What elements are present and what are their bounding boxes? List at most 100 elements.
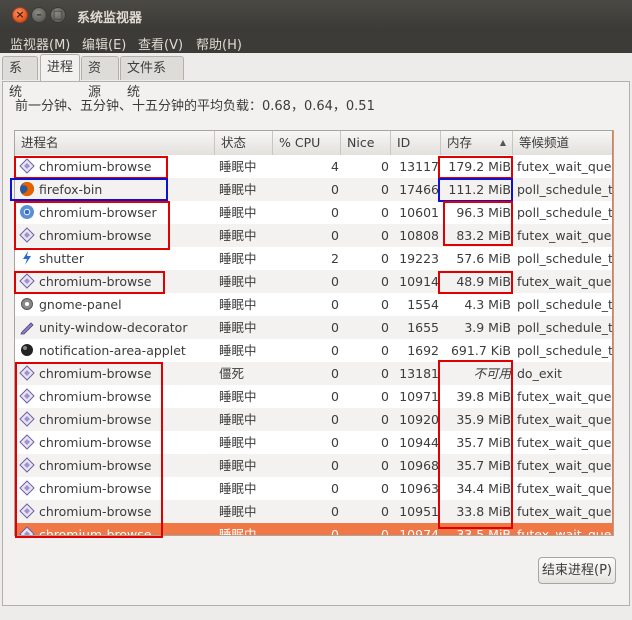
scrollbar[interactable] xyxy=(612,131,613,535)
column-header-name[interactable]: 进程名 xyxy=(15,131,215,155)
process-nice: 0 xyxy=(381,389,389,404)
process-cpu: 0 xyxy=(331,366,339,381)
process-name-cell: chromium-browse xyxy=(19,454,215,477)
process-cpu: 0 xyxy=(331,435,339,450)
column-header-id[interactable]: ID xyxy=(391,131,441,155)
process-cpu: 2 xyxy=(331,251,339,266)
window-close-button[interactable]: × xyxy=(12,7,28,23)
table-row[interactable]: chromium-browser 睡眠中 0 0 10601 96.3 MiB poll_s… xyxy=(15,201,613,224)
process-cpu: 0 xyxy=(331,182,339,197)
table-row[interactable]: chromium-browse 睡眠中 0 0 10920 35.9 MiB futex_w… xyxy=(15,408,613,431)
process-waiting-channel: futex_wait_queue_me xyxy=(517,389,613,404)
process-state: 睡眠中 xyxy=(219,159,257,174)
process-nice: 0 xyxy=(381,458,389,473)
process-memory: 33.5 MiB xyxy=(456,527,511,536)
process-name: chromium-browse xyxy=(39,274,152,289)
process-memory: 96.3 MiB xyxy=(456,205,511,220)
table-row[interactable]: chromium-browse 睡眠中 0 0 10974 33.5 MiB futex_w… xyxy=(15,523,613,536)
table-row[interactable]: chromium-browse 睡眠中 4 0 13117 179.2 MiB futex_… xyxy=(15,155,613,178)
process-nice: 0 xyxy=(381,504,389,519)
process-waiting-channel: futex_wait_queue_me xyxy=(517,435,613,450)
process-nice: 0 xyxy=(381,228,389,243)
table-row[interactable]: shutter 睡眠中 2 0 19223 57.6 MiB poll_schedule_t… xyxy=(15,247,613,270)
menu-edit[interactable]: 编辑(E) xyxy=(82,34,126,53)
process-memory: 34.4 MiB xyxy=(456,481,511,496)
process-nice: 0 xyxy=(381,205,389,220)
table-row[interactable]: chromium-browse 睡眠中 0 0 10914 48.9 MiB futex_w… xyxy=(15,270,613,293)
process-cpu: 0 xyxy=(331,389,339,404)
process-name-cell: unity-window-decorator xyxy=(19,316,215,339)
menu-monitor[interactable]: 监视器(M) xyxy=(10,34,70,53)
process-id: 19223 xyxy=(399,251,439,266)
table-row[interactable]: firefox-bin 睡眠中 0 0 17466 111.2 MiB poll_sched… xyxy=(15,178,613,201)
menu-help[interactable]: 帮助(H) xyxy=(196,34,242,53)
tab-filesystems[interactable]: 文件系统 xyxy=(120,56,184,100)
process-memory: 4.3 MiB xyxy=(464,297,511,312)
process-id: 10914 xyxy=(399,274,439,289)
chromium-logo-icon xyxy=(19,204,35,220)
tab-processes[interactable]: 进程 xyxy=(40,54,80,81)
process-memory: 35.9 MiB xyxy=(456,412,511,427)
process-state: 睡眠中 xyxy=(219,274,257,289)
process-id: 13181 xyxy=(399,366,439,381)
table-row[interactable]: chromium-browse 僵死 0 0 13181 不可用 do_exit xyxy=(15,362,613,385)
process-state: 睡眠中 xyxy=(219,320,257,335)
process-name: chromium-browse xyxy=(39,481,152,496)
table-row[interactable]: unity-window-decorator 睡眠中 0 0 1655 3.9 MiB po… xyxy=(15,316,613,339)
process-cpu: 0 xyxy=(331,504,339,519)
process-id: 10971 xyxy=(399,389,439,404)
table-row[interactable]: chromium-browse 睡眠中 0 0 10808 83.2 MiB futex_w… xyxy=(15,224,613,247)
column-header-state[interactable]: 状态 xyxy=(215,131,273,155)
process-nice: 0 xyxy=(381,366,389,381)
process-name: gnome-panel xyxy=(39,297,122,312)
process-id: 1655 xyxy=(407,320,439,335)
close-icon: × xyxy=(15,8,25,21)
process-id: 1692 xyxy=(407,343,439,358)
process-name-cell: chromium-browse xyxy=(19,523,215,535)
column-header-nice[interactable]: Nice xyxy=(341,131,391,155)
process-table[interactable]: 进程名 状态 % CPU Nice ID 内存 ▲ 等候频道 chromium-b… xyxy=(14,130,614,536)
table-row[interactable]: chromium-browse 睡眠中 0 0 10968 35.7 MiB futex_w… xyxy=(15,454,613,477)
column-header-memory[interactable]: 内存 ▲ xyxy=(441,131,513,155)
process-waiting-channel: poll_schedule_timeout xyxy=(517,251,613,266)
table-row[interactable]: chromium-browse 睡眠中 0 0 10971 39.8 MiB futex_w… xyxy=(15,385,613,408)
process-cpu: 0 xyxy=(331,297,339,312)
menu-view[interactable]: 查看(V) xyxy=(138,34,183,53)
process-rows: chromium-browse 睡眠中 4 0 13117 179.2 MiB futex_… xyxy=(15,155,613,536)
window-minimize-button[interactable]: – xyxy=(31,7,47,23)
table-row[interactable]: chromium-browse 睡眠中 0 0 10963 34.4 MiB futex_w… xyxy=(15,477,613,500)
column-header-cpu[interactable]: % CPU xyxy=(273,131,341,155)
process-name: notification-area-applet xyxy=(39,343,186,358)
process-waiting-channel: futex_wait_queue_me xyxy=(517,228,613,243)
process-cpu: 0 xyxy=(331,412,339,427)
process-name: unity-window-decorator xyxy=(39,320,188,335)
column-header-label: Nice xyxy=(347,135,375,150)
table-row[interactable]: chromium-browse 睡眠中 0 0 10944 35.7 MiB futex_w… xyxy=(15,431,613,454)
table-row[interactable]: gnome-panel 睡眠中 0 0 1554 4.3 MiB poll_schedule… xyxy=(15,293,613,316)
column-header-waiting-channel[interactable]: 等候频道 xyxy=(513,131,613,155)
process-cpu: 4 xyxy=(331,159,339,174)
window-maximize-button[interactable]: □ xyxy=(50,7,66,23)
process-cpu: 0 xyxy=(331,458,339,473)
process-state: 睡眠中 xyxy=(219,251,257,266)
column-header-label: 内存 xyxy=(447,135,473,150)
chromium-puzzle-icon xyxy=(19,388,35,404)
process-memory: 35.7 MiB xyxy=(456,435,511,450)
process-id: 13117 xyxy=(399,159,439,174)
process-id: 10968 xyxy=(399,458,439,473)
process-memory: 111.2 MiB xyxy=(448,182,511,197)
tab-system[interactable]: 系统 xyxy=(2,56,38,100)
minimize-icon: – xyxy=(36,8,42,21)
process-waiting-channel: futex_wait_queue_me xyxy=(517,504,613,519)
tab-resources[interactable]: 资源 xyxy=(81,56,119,100)
column-header-label: 状态 xyxy=(221,135,247,150)
process-state: 睡眠中 xyxy=(219,504,257,519)
end-process-button[interactable]: 结束进程(P) xyxy=(538,557,616,584)
table-row[interactable]: notification-area-applet 睡眠中 0 0 1692 691.7 K… xyxy=(15,339,613,362)
process-nice: 0 xyxy=(381,159,389,174)
process-id: 1554 xyxy=(407,297,439,312)
table-row[interactable]: chromium-browse 睡眠中 0 0 10951 33.8 MiB futex_w… xyxy=(15,500,613,523)
process-nice: 0 xyxy=(381,527,389,536)
process-name: chromium-browse xyxy=(39,504,152,519)
chromium-puzzle-icon xyxy=(19,227,35,243)
